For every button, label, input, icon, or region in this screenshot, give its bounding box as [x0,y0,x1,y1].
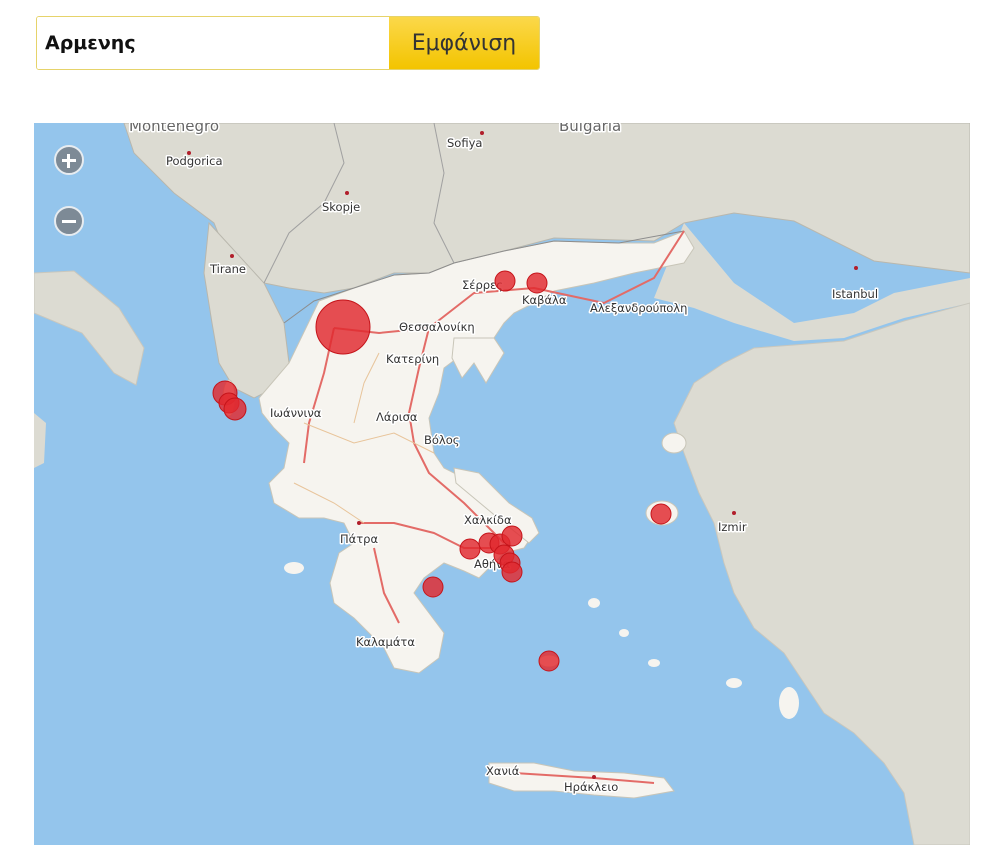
label-irakleio: Ηράκλειο [564,780,618,794]
label-thessaloniki: Θεσσαλονίκη [399,320,475,334]
rhodes [779,687,799,719]
island-b [619,629,629,637]
zoom-in-button[interactable] [54,145,84,175]
label-bulgaria: Bulgaria [559,123,621,135]
zoom-out-button[interactable] [54,206,84,236]
label-kalamata: Καλαμάτα [356,635,415,649]
marker-milos[interactable] [538,650,560,672]
limnos [661,432,687,454]
plus-icon-vertical [67,154,70,168]
label-ioannina: Ιωάννινα [270,406,322,420]
dot-tirane [230,254,234,258]
map-canvas[interactable]: Montenegro Bulgaria Podgorica Sofiya Sko… [34,123,970,845]
marker-argolida[interactable] [422,576,444,598]
marker-corfu-3[interactable] [223,397,247,421]
marker-athens-3[interactable] [501,525,523,547]
marker-athens-west[interactable] [459,538,481,560]
label-kavala: Καβάλα [522,293,567,307]
island-a [588,598,600,608]
island-c [648,659,660,667]
dot-irakleio [592,775,596,779]
dot-sofiya [480,131,484,135]
label-skopje: Skopje [322,200,360,214]
dot-skopje [345,191,349,195]
minus-icon [62,220,76,223]
label-volos: Βόλος [424,433,460,447]
marker-kavala[interactable] [526,272,548,294]
search-input[interactable] [37,17,389,69]
label-alexandroupoli: Αλεξανδρούπολη [590,301,687,315]
label-podgorica: Podgorica [166,154,223,168]
label-istanbul: Istanbul [832,287,878,301]
label-patra: Πάτρα [340,532,378,546]
label-sofiya: Sofiya [447,136,482,150]
label-larisa: Λάρισα [376,410,418,424]
marker-serres[interactable] [494,270,516,292]
marker-lesvos[interactable] [650,503,672,525]
label-izmir: Izmir [718,520,747,534]
marker-athens-6[interactable] [501,561,523,583]
label-tirane: Tirane [209,262,246,276]
rhodes-area [726,678,742,688]
label-katerini: Κατερίνη [386,352,439,366]
search-bar: Εμφάνιση [36,16,540,70]
dot-istanbul [854,266,858,270]
dot-izmir [732,511,736,515]
dot-patra [357,521,361,525]
label-chalkida: Χαλκίδα [464,513,512,527]
marker-florina[interactable] [315,299,371,355]
map-view[interactable]: Montenegro Bulgaria Podgorica Sofiya Sko… [34,123,970,845]
label-montenegro: Montenegro [129,123,219,135]
zakynthos [284,562,304,574]
label-chania: Χανιά [486,764,520,778]
show-button[interactable]: Εμφάνιση [389,17,539,69]
